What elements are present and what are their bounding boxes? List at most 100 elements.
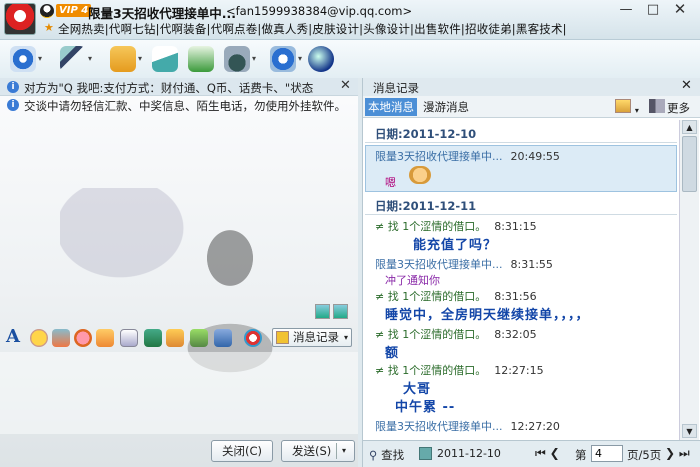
scroll-down-icon[interactable]: ▼ xyxy=(682,424,697,438)
history-title: 消息记录 xyxy=(373,81,419,95)
manager-icon[interactable] xyxy=(615,99,631,113)
magic-emoji-icon[interactable] xyxy=(52,329,70,347)
message-text: 大哥 xyxy=(403,382,432,397)
scroll-up-icon[interactable]: ▲ xyxy=(682,120,697,134)
screenshot-icon[interactable] xyxy=(190,329,208,347)
search-icon: ⚲ xyxy=(369,448,378,462)
message-history-label: 消息记录 xyxy=(293,330,339,344)
more-apps-button[interactable]: ▾ xyxy=(268,44,308,74)
voice-call-button[interactable]: ▾ xyxy=(58,44,98,74)
prev-page-button[interactable]: ❮ xyxy=(550,446,560,460)
star-icon: ★ xyxy=(44,21,54,34)
close-history-icon[interactable]: ✕ xyxy=(681,78,692,93)
title-bar: VIP 4 限量3天招收代理接单中... <fan1599938384@vip.… xyxy=(0,0,700,40)
gift-icon[interactable] xyxy=(96,329,114,347)
tab-roaming-messages[interactable]: 漫游消息 xyxy=(423,98,469,116)
message-log: 日期:2011-12-10 限量3天招收代理接单中... 20:49:55 嗯 日… xyxy=(363,120,679,440)
app-button[interactable]: ▾ xyxy=(222,44,262,74)
message-text: 冲了通知你 xyxy=(385,274,440,287)
safety-notice: i 交谈中请勿轻信汇款、中奖信息、陌生电话，勿使用外挂软件。 xyxy=(0,96,358,114)
page-total: 页/5页 xyxy=(627,448,662,462)
message-sender: ≠ 找 1个涩情的借口。 12:27:15 xyxy=(375,364,544,377)
date-selector[interactable]: 2011-12-10 xyxy=(437,447,501,460)
history-pane: 消息记录 ✕ 本地消息 漫游消息 ▾ 更多 日期:2011-12-10 限量3天… xyxy=(362,78,700,467)
handshake-emoji-icon xyxy=(409,166,431,184)
contact-signature: 全网热卖|代啊七钻|代啊装备|代啊点卷|做真人秀|皮肤设计|头像设计|出售软件|… xyxy=(58,22,567,36)
message-text: 嗯 xyxy=(385,176,396,189)
microphone-icon xyxy=(60,46,86,72)
mail-button[interactable] xyxy=(150,44,190,74)
first-page-button[interactable]: ⏮ xyxy=(535,446,546,460)
qq-penguin-icon xyxy=(40,4,54,18)
message-sender: 限量3天招收代理接单中... 20:49:55 xyxy=(375,150,560,163)
divider xyxy=(365,214,677,215)
contact-email: <fan1599938384@vip.qq.com> xyxy=(226,4,413,18)
image-icon[interactable] xyxy=(144,329,162,347)
page-number-input[interactable] xyxy=(591,445,623,462)
history-header: 消息记录 ✕ xyxy=(363,78,700,96)
message-sender: ≠ 找 1个涩情的借口。 8:31:15 xyxy=(375,220,537,233)
next-page-button[interactable]: ❯ xyxy=(665,446,675,460)
emoji-icon[interactable] xyxy=(30,329,48,347)
chevron-down-icon[interactable]: ▾ xyxy=(635,106,639,115)
close-window-button[interactable]: ✕ xyxy=(668,2,692,18)
search-button[interactable]: ⚲ 查找 xyxy=(369,447,404,463)
message-text: 额 xyxy=(385,346,400,361)
date-heading: 日期:2011-12-10 xyxy=(375,127,477,141)
history-scrollbar[interactable]: ▲ ▼ xyxy=(679,120,699,440)
webcam-icon xyxy=(10,46,36,72)
qzone-button[interactable] xyxy=(306,44,346,74)
pager-next: ❯ ⏭ xyxy=(665,446,690,461)
shake-icon[interactable] xyxy=(74,329,92,347)
message-sender: 限量3天招收代理接单中... 12:27:20 xyxy=(375,420,560,433)
vip-badge: VIP 4 xyxy=(56,4,92,17)
close-button[interactable]: 关闭(C) xyxy=(211,440,273,462)
video-call-button[interactable]: ▾ xyxy=(8,44,48,74)
font-icon[interactable]: A xyxy=(6,326,20,347)
history-tabs: 本地消息 漫游消息 ▾ 更多 xyxy=(363,96,700,118)
last-page-button[interactable]: ⏭ xyxy=(679,446,690,460)
send-button[interactable]: 发送(S) ▾ xyxy=(281,440,355,462)
info-icon: i xyxy=(7,81,19,93)
maximize-button[interactable]: □ xyxy=(641,2,665,18)
minimize-button[interactable]: — xyxy=(614,2,638,18)
graduation-cap-icon xyxy=(224,46,250,72)
scroll-thumb[interactable] xyxy=(682,136,697,192)
message-sender: 限量3天招收代理接单中... 8:31:55 xyxy=(375,258,553,271)
close-notice-icon[interactable]: ✕ xyxy=(340,78,351,93)
envelope-icon xyxy=(152,46,178,72)
folder-icon xyxy=(110,46,136,72)
info-icon: i xyxy=(7,99,19,111)
page-label: 第 xyxy=(575,448,587,462)
tab-local-messages[interactable]: 本地消息 xyxy=(365,98,417,116)
message-sender: ≠ 找 1个涩情的借口。 8:32:05 xyxy=(375,328,537,341)
send-label: 发送(S) xyxy=(292,444,332,458)
send-file-button[interactable]: ▾ xyxy=(108,44,148,74)
theme-icon[interactable] xyxy=(333,304,348,319)
message-text: 中午累 -- xyxy=(395,400,456,415)
history-footer: ⚲ 查找 2011-12-10 ⏮ ❮ 第 页/5页 ❯ ⏭ xyxy=(363,440,700,467)
calendar-icon[interactable] xyxy=(419,447,432,460)
send-options-dropdown[interactable]: ▾ xyxy=(342,441,346,461)
chat-mode-icons xyxy=(315,304,351,322)
doodle-icon[interactable] xyxy=(120,329,138,347)
history-tools: ▾ xyxy=(615,99,665,116)
window-title: 限量3天招收代理接单中... xyxy=(88,6,236,21)
screen-share-icon[interactable] xyxy=(214,329,232,347)
more-link[interactable]: 更多 xyxy=(667,100,690,116)
format-toolbar: A 消息记录 ▾ xyxy=(0,326,358,350)
message-text: 能充值了吗？ xyxy=(413,238,498,253)
payment-notice: i 对方为"Q 我吧:支付方式：财付通、Q币、话费卡、"状态 ✕ xyxy=(0,78,358,96)
message-input[interactable] xyxy=(0,352,358,434)
contact-avatar[interactable] xyxy=(4,3,36,35)
sms-button[interactable] xyxy=(186,44,226,74)
search-web-icon[interactable] xyxy=(244,329,262,347)
divider xyxy=(336,443,337,459)
safety-notice-text: 交谈中请勿轻信汇款、中奖信息、陌生电话，勿使用外挂软件。 xyxy=(24,99,346,113)
message-history-button[interactable]: 消息记录 ▾ xyxy=(272,328,352,347)
date-heading: 日期:2011-12-11 xyxy=(375,199,477,213)
scene-icon[interactable] xyxy=(315,304,330,319)
music-icon[interactable] xyxy=(166,329,184,347)
chevron-down-icon: ▾ xyxy=(343,333,348,342)
speaker-icon[interactable] xyxy=(648,99,665,113)
